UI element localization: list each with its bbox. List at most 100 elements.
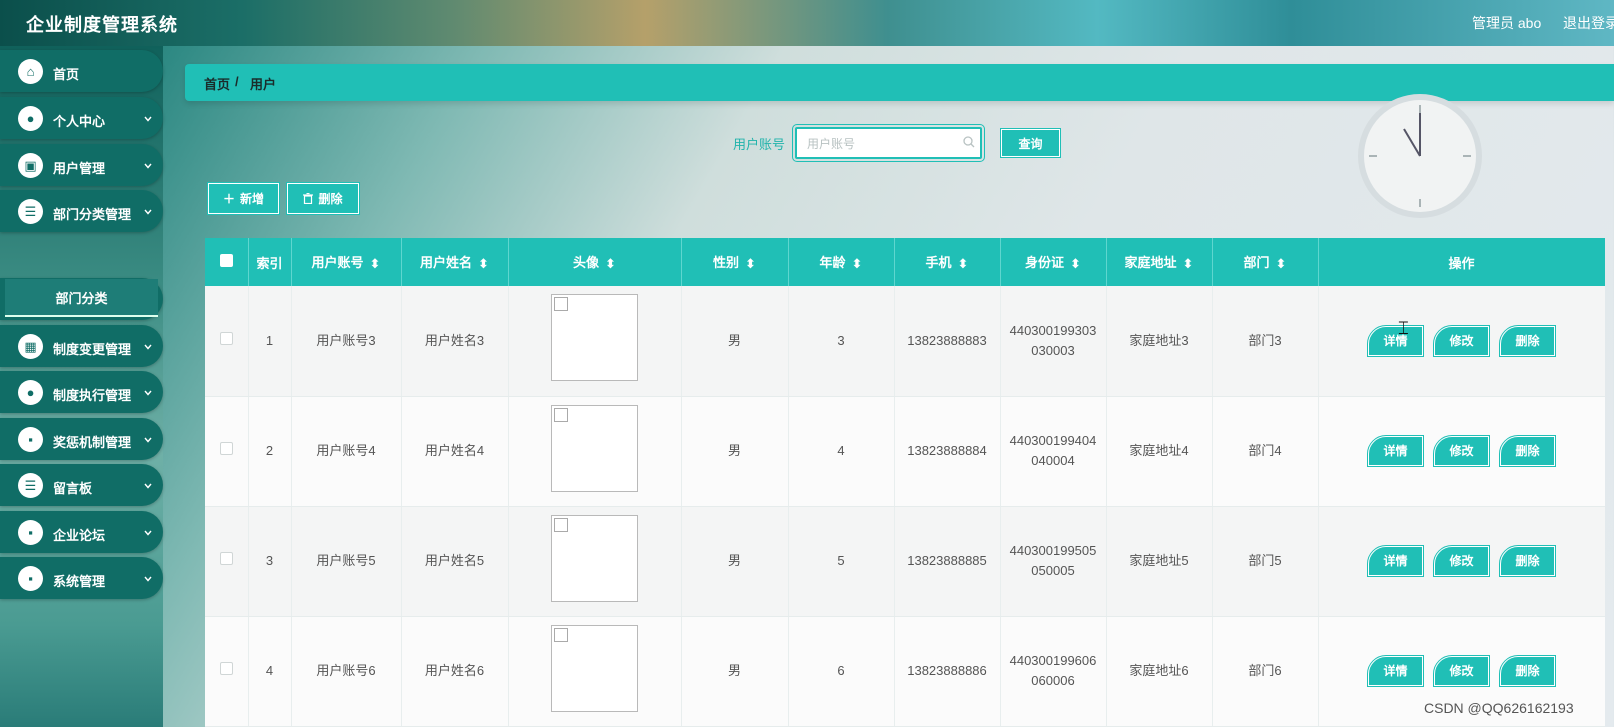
- detail-button[interactable]: 详情: [1367, 655, 1424, 687]
- logout-link[interactable]: 退出登录: [1563, 13, 1614, 33]
- location-pin-icon: ●: [18, 380, 43, 405]
- column-header[interactable]: 身份证 ⬍: [1000, 238, 1107, 286]
- breadcrumb-home[interactable]: 首页: [204, 74, 230, 93]
- message-icon: ☰: [18, 473, 43, 498]
- edit-button[interactable]: 修改: [1433, 324, 1490, 357]
- search-input[interactable]: [807, 135, 957, 153]
- add-button[interactable]: ＋ 新增: [207, 182, 280, 215]
- cell-name: 用户姓名5: [401, 506, 509, 617]
- row-select-cell: [205, 506, 249, 617]
- row-checkbox[interactable]: [219, 331, 233, 345]
- cell-id-card: 440300199505 050005: [1000, 506, 1107, 617]
- sliders-icon: ☰: [18, 199, 43, 224]
- delete-button[interactable]: 删除: [1499, 435, 1556, 467]
- detail-button[interactable]: 详情: [1367, 324, 1424, 357]
- column-header[interactable]: 性别 ⬍: [681, 238, 789, 286]
- column-header[interactable]: 用户姓名 ⬍: [401, 238, 509, 286]
- batch-delete-button[interactable]: 删除: [286, 182, 360, 215]
- sidebar-subitem-dept-category[interactable]: 部门分类: [5, 279, 158, 317]
- search-icon: [963, 136, 975, 148]
- query-button-label: 查询: [1018, 136, 1043, 151]
- column-header[interactable]: 头像 ⬍: [508, 238, 682, 286]
- sidebar-item[interactable]: ● 制度执行管理: [0, 371, 163, 413]
- delete-button[interactable]: 删除: [1499, 324, 1556, 357]
- sort-icon[interactable]: ⬍: [1276, 256, 1287, 272]
- cell-gender: 男: [681, 616, 789, 727]
- sidebar-item[interactable]: ▪ 系统管理: [0, 557, 163, 599]
- cell-age: 5: [788, 506, 895, 617]
- column-header[interactable]: 部门 ⬍: [1212, 238, 1319, 286]
- row-checkbox[interactable]: [219, 442, 233, 455]
- apps-icon: ▪: [18, 520, 43, 545]
- cell-id-card: 440300199404 040004: [1000, 396, 1107, 507]
- cell-phone: 13823888885: [894, 506, 1001, 617]
- sidebar: ⌂首页●个人中心▣用户管理☰部门分类管理▤制度信息管理▦制度变更管理●制度执行管…: [0, 46, 163, 727]
- sidebar-item[interactable]: ▣ 用户管理: [0, 144, 163, 186]
- column-header: 操作: [1318, 238, 1605, 286]
- sidebar-item[interactable]: ☰ 留言板: [0, 464, 163, 506]
- sidebar-item[interactable]: ⌂ 首页: [0, 50, 163, 92]
- apps-icon: ▪: [18, 427, 43, 452]
- sort-icon[interactable]: ⬍: [745, 256, 756, 272]
- sort-icon[interactable]: ⬍: [958, 256, 969, 272]
- row-select-cell: [205, 396, 249, 507]
- add-button-label: 新增: [240, 192, 265, 206]
- cell-phone: 13823888884: [894, 396, 1001, 507]
- detail-button[interactable]: 详情: [1367, 435, 1424, 467]
- chevron-down-icon: [143, 205, 153, 220]
- column-header[interactable]: 用户账号 ⬍: [291, 238, 402, 286]
- sort-icon[interactable]: ⬍: [852, 256, 863, 272]
- user-icon: ●: [18, 106, 43, 131]
- sort-icon[interactable]: ⬍: [370, 256, 381, 272]
- column-header[interactable]: 家庭地址 ⬍: [1106, 238, 1213, 286]
- chevron-down-icon: [143, 159, 153, 174]
- delete-button[interactable]: 删除: [1499, 655, 1556, 687]
- sidebar-item-label: 部门分类管理: [53, 207, 132, 222]
- cell-account: 用户账号4: [291, 396, 402, 507]
- sidebar-item[interactable]: ▪ 企业论坛: [0, 511, 163, 553]
- user-manage-icon: ▣: [18, 153, 43, 178]
- avatar: [551, 624, 638, 712]
- app-title: 企业制度管理系统: [26, 15, 178, 35]
- sort-icon[interactable]: ⬍: [1183, 256, 1194, 272]
- delete-button[interactable]: 删除: [1499, 545, 1556, 577]
- avatar: [551, 294, 638, 382]
- sort-icon[interactable]: ⬍: [605, 256, 616, 272]
- cell-gender: 男: [681, 506, 789, 617]
- column-header[interactable]: 年龄 ⬍: [788, 238, 895, 286]
- edit-button[interactable]: 修改: [1433, 435, 1490, 467]
- sidebar-item-label: 企业论坛: [53, 528, 106, 543]
- select-all-checkbox[interactable]: [219, 254, 233, 267]
- admin-label: 管理员 abo: [1472, 15, 1542, 31]
- detail-button[interactable]: 详情: [1367, 545, 1424, 577]
- cell-avatar: [508, 506, 682, 617]
- cell-id-card: 440300199606 060006: [1000, 616, 1107, 727]
- cell-index: 1: [248, 286, 292, 397]
- cell-actions: 详情 修改 删除: [1318, 506, 1605, 617]
- avatar: [551, 404, 638, 492]
- sidebar-item[interactable]: ▪ 奖惩机制管理: [0, 418, 163, 460]
- breadcrumb-current: 用户: [250, 77, 277, 92]
- cell-index: 4: [248, 616, 292, 727]
- edit-button[interactable]: 修改: [1433, 545, 1490, 577]
- row-checkbox[interactable]: [219, 552, 233, 565]
- sidebar-item[interactable]: ● 个人中心: [0, 97, 163, 139]
- search-label: 用户账号: [733, 137, 786, 152]
- query-button[interactable]: 查询: [1000, 128, 1061, 158]
- trash-icon: [303, 193, 314, 204]
- sort-icon[interactable]: ⬍: [1070, 256, 1081, 272]
- sidebar-item[interactable]: ▦ 制度变更管理: [0, 325, 163, 367]
- row-checkbox[interactable]: [219, 662, 233, 675]
- table-header-row: 索引 用户账号 ⬍ 用户姓名 ⬍ 头像 ⬍ 性别 ⬍ 年龄 ⬍ 手机 ⬍ 身份证 ⬍ 家庭地址…: [205, 238, 1605, 286]
- broken-image-icon: [554, 517, 568, 532]
- sort-icon[interactable]: ⬍: [478, 256, 489, 272]
- cell-gender: 男: [681, 286, 789, 397]
- cell-phone: 13823888886: [894, 616, 1001, 727]
- cell-name: 用户姓名4: [401, 396, 509, 507]
- row-select-cell: [205, 286, 249, 397]
- sidebar-item[interactable]: ☰ 部门分类管理: [0, 190, 163, 232]
- edit-button[interactable]: 修改: [1433, 655, 1490, 687]
- sidebar-item-label: 留言板: [53, 481, 93, 496]
- select-all-cell: [205, 238, 249, 286]
- column-header[interactable]: 手机 ⬍: [894, 238, 1001, 286]
